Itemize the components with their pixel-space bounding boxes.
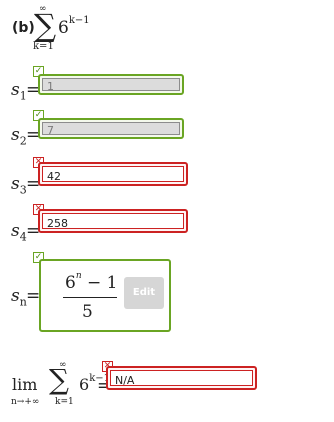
s2-answer-value: 7	[47, 124, 54, 137]
sigma-symbol: ∑	[49, 363, 69, 396]
lim-text: lim	[12, 375, 38, 394]
s1-label: s1	[11, 80, 27, 103]
sn-formula-answer[interactable]: 6n − 1 5 Edit	[39, 259, 171, 332]
s1-answer-value: 1	[47, 80, 54, 93]
sn-label: sn	[11, 286, 27, 309]
s4-answer-field[interactable]: 258	[38, 209, 188, 233]
limit-answer-value: N/A	[115, 374, 135, 387]
s2-label: s2	[11, 125, 27, 148]
s4-label: s4	[11, 221, 27, 244]
s3-answer-value: 42	[47, 170, 61, 183]
s2-answer-field[interactable]: 7	[38, 118, 184, 139]
edit-button[interactable]: Edit	[124, 277, 164, 309]
formula-denominator: 5	[82, 302, 93, 322]
part-label: (b)	[12, 20, 35, 36]
sum-lower-limit: k=1	[55, 397, 74, 407]
formula-numerator: 6n − 1	[65, 271, 118, 293]
s3-label: s3	[11, 174, 27, 197]
s4-answer-value: 258	[47, 217, 68, 230]
sum-lower-limit: k=1	[33, 41, 54, 52]
s1-answer-field[interactable]: 1	[38, 74, 184, 95]
lim-subscript: n→+∞	[11, 397, 40, 407]
sigma-symbol: ∑	[34, 8, 57, 44]
fraction-bar	[63, 297, 117, 298]
s3-answer-field[interactable]: 42	[38, 162, 188, 186]
limit-answer-field[interactable]: N/A	[106, 366, 257, 390]
series-term: 6k−1	[58, 15, 90, 38]
